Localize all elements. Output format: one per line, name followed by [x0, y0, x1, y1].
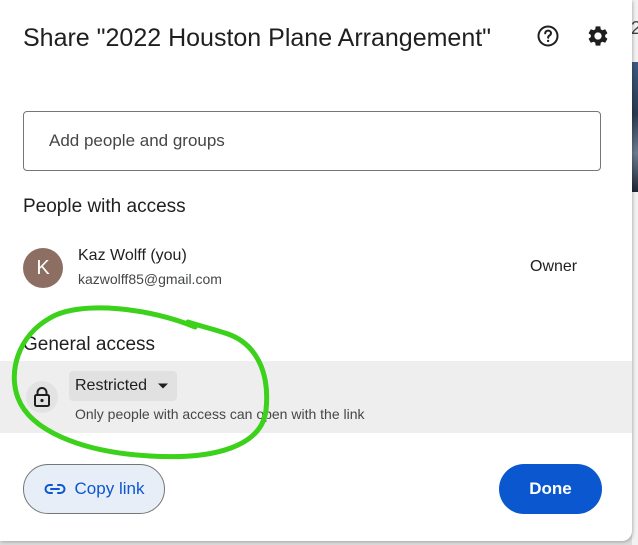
general-access-description: Only people with access can open with th…: [75, 406, 365, 422]
link-icon: [44, 484, 66, 494]
general-access-heading: General access: [23, 334, 156, 355]
general-access-value: Restricted: [75, 377, 148, 394]
general-access-row: Restricted Only people with access can o…: [0, 361, 632, 433]
person-row: K Kaz Wolff (you) kazwolff85@gmail.com O…: [0, 238, 632, 298]
general-access-dropdown[interactable]: Restricted: [69, 371, 178, 401]
done-button[interactable]: Done: [499, 464, 602, 514]
dialog-title: Share "2022 Houston Plane Arrangement": [23, 24, 492, 52]
person-email: kazwolff85@gmail.com: [78, 271, 222, 287]
lock-icon-container: [26, 381, 58, 413]
avatar[interactable]: K: [23, 248, 63, 288]
copy-link-label: Copy link: [74, 479, 145, 498]
person-name: Kaz Wolff (you): [78, 247, 187, 264]
settings-button[interactable]: [582, 20, 614, 52]
done-label: Done: [529, 479, 572, 498]
avatar-initial: K: [36, 256, 50, 279]
background-text: 2: [631, 18, 638, 38]
share-dialog: Share "2022 Houston Plane Arrangement" P…: [0, 0, 632, 541]
gear-icon: [588, 26, 608, 46]
add-people-input[interactable]: [24, 112, 600, 170]
copy-link-button[interactable]: Copy link: [23, 464, 165, 514]
person-role: Owner: [530, 258, 578, 275]
help-button[interactable]: [532, 20, 564, 52]
dropdown-arrow-icon: [158, 383, 169, 389]
help-circle-icon: [537, 25, 559, 47]
background-thumbnail: [632, 62, 638, 192]
add-people-field[interactable]: [23, 111, 601, 171]
people-with-access-heading: People with access: [23, 196, 186, 217]
lock-icon: [34, 387, 50, 407]
